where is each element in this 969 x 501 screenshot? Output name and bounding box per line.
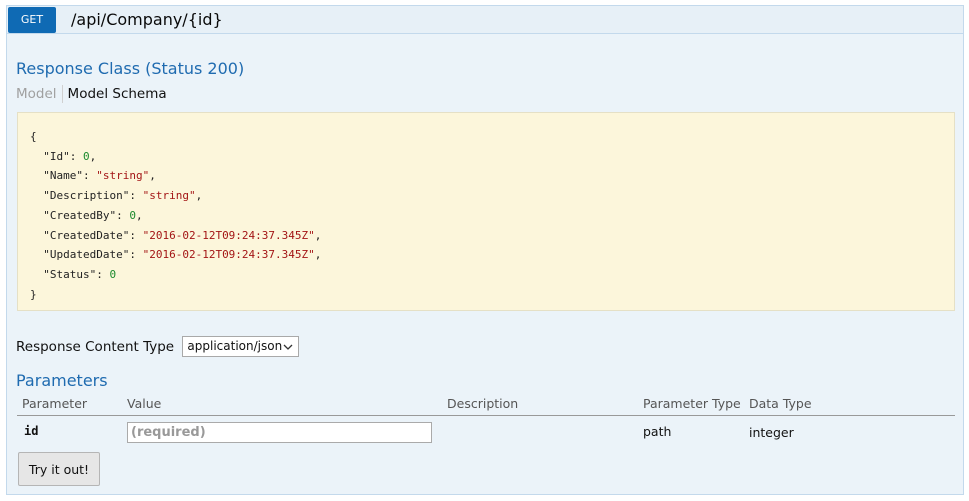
col-parameter: Parameter bbox=[22, 396, 88, 411]
schema-value: "string" bbox=[96, 169, 150, 183]
parameters-table: Parameter Value Description Parameter Ty… bbox=[17, 395, 955, 450]
schema-key: "Id" bbox=[43, 149, 70, 163]
col-parameter-type: Parameter Type bbox=[643, 396, 741, 411]
try-it-out-button[interactable]: Try it out! bbox=[18, 452, 100, 486]
schema-line: "Name": "string", bbox=[43, 169, 156, 183]
col-description: Description bbox=[447, 396, 519, 411]
parameters-title: Parameters bbox=[16, 371, 108, 390]
schema-line: "CreatedDate": "2016-02-12T09:24:37.345Z… bbox=[43, 228, 322, 242]
content-type-selected-value: application/json bbox=[187, 338, 283, 353]
schema-key: "UpdatedDate" bbox=[43, 248, 130, 262]
schema-line: "Status": 0 bbox=[43, 267, 117, 281]
schema-line: { bbox=[30, 130, 37, 143]
response-content-type: Response Content Type application/json bbox=[16, 335, 300, 358]
schema-line: "Description": "string", bbox=[43, 189, 203, 203]
schema-line: "Id": 0, bbox=[43, 149, 97, 163]
operation-path[interactable]: /api/Company/{id} bbox=[71, 9, 223, 31]
schema-line: } bbox=[30, 287, 37, 301]
schema-value: 0 bbox=[109, 267, 117, 281]
param-name: id bbox=[24, 424, 39, 438]
schema-key: "Description" bbox=[43, 189, 130, 203]
schema-value: "2016-02-12T09:24:37.345Z" bbox=[142, 248, 315, 262]
col-data-type: Data Type bbox=[749, 396, 812, 411]
response-content-type-select[interactable]: application/json bbox=[182, 335, 300, 357]
tab-model-schema[interactable]: Model Schema bbox=[61, 85, 172, 103]
operation-heading[interactable]: GET /api/Company/{id} bbox=[7, 6, 963, 34]
operation-get-company: GET /api/Company/{id} Response Class (St… bbox=[6, 5, 964, 495]
model-schema-box[interactable]: { "Id": 0, "Name": "string", "Descriptio… bbox=[17, 112, 955, 311]
schema-key: "Name" bbox=[43, 169, 83, 183]
model-tabs: Model Model Schema bbox=[16, 85, 172, 105]
table-row: id path integer bbox=[17, 416, 955, 450]
chevron-down-icon bbox=[282, 337, 294, 363]
response-class-title: Response Class (Status 200) bbox=[16, 59, 245, 78]
tab-model[interactable]: Model bbox=[16, 85, 62, 103]
response-content-type-label: Response Content Type bbox=[16, 339, 175, 355]
schema-value: "2016-02-12T09:24:37.345Z" bbox=[142, 228, 315, 242]
schema-value: 0 bbox=[83, 149, 90, 163]
schema-key: "Status" bbox=[43, 267, 97, 281]
parameters-header-row: Parameter Value Description Parameter Ty… bbox=[17, 395, 955, 416]
col-value: Value bbox=[127, 396, 162, 411]
param-parameter-type: path bbox=[643, 424, 672, 439]
schema-key: "CreatedDate" bbox=[43, 228, 130, 242]
schema-value: "string" bbox=[142, 189, 196, 203]
param-data-type: integer bbox=[749, 425, 794, 440]
http-method-badge[interactable]: GET bbox=[8, 7, 56, 33]
schema-value: 0 bbox=[129, 208, 136, 222]
schema-key: "CreatedBy" bbox=[43, 208, 117, 222]
param-id-input[interactable] bbox=[127, 422, 432, 443]
schema-line: "CreatedBy": 0, bbox=[43, 208, 143, 222]
schema-line: "UpdatedDate": "2016-02-12T09:24:37.345Z… bbox=[43, 248, 322, 262]
